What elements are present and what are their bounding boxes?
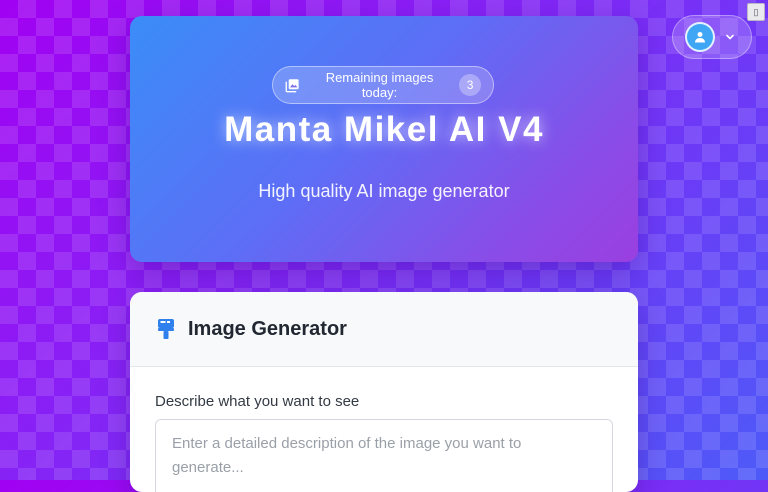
corner-tab[interactable]: ▯ xyxy=(747,3,765,21)
avatar xyxy=(685,22,715,52)
prompt-label: Describe what you want to see xyxy=(155,393,360,410)
images-icon xyxy=(285,78,299,92)
chevron-down-icon xyxy=(725,32,735,42)
hero-banner: Remaining images today: 3 Manta Mikel AI… xyxy=(130,16,638,262)
remaining-images-count: 3 xyxy=(459,74,481,96)
card-header: Image Generator xyxy=(130,292,638,367)
user-icon xyxy=(695,32,705,43)
card-title: Image Generator xyxy=(188,317,347,340)
user-menu-button[interactable] xyxy=(672,15,752,59)
page-subtitle: High quality AI image generator xyxy=(258,181,510,201)
remaining-images-label: Remaining images today: xyxy=(325,70,434,100)
image-generator-card: Image Generator Describe what you want t… xyxy=(130,292,638,492)
page-title: Manta Mikel AI V4 xyxy=(224,110,544,149)
paint-roller-icon xyxy=(158,319,174,339)
remaining-images-badge: Remaining images today: 3 xyxy=(272,66,494,104)
prompt-input[interactable] xyxy=(155,419,613,492)
